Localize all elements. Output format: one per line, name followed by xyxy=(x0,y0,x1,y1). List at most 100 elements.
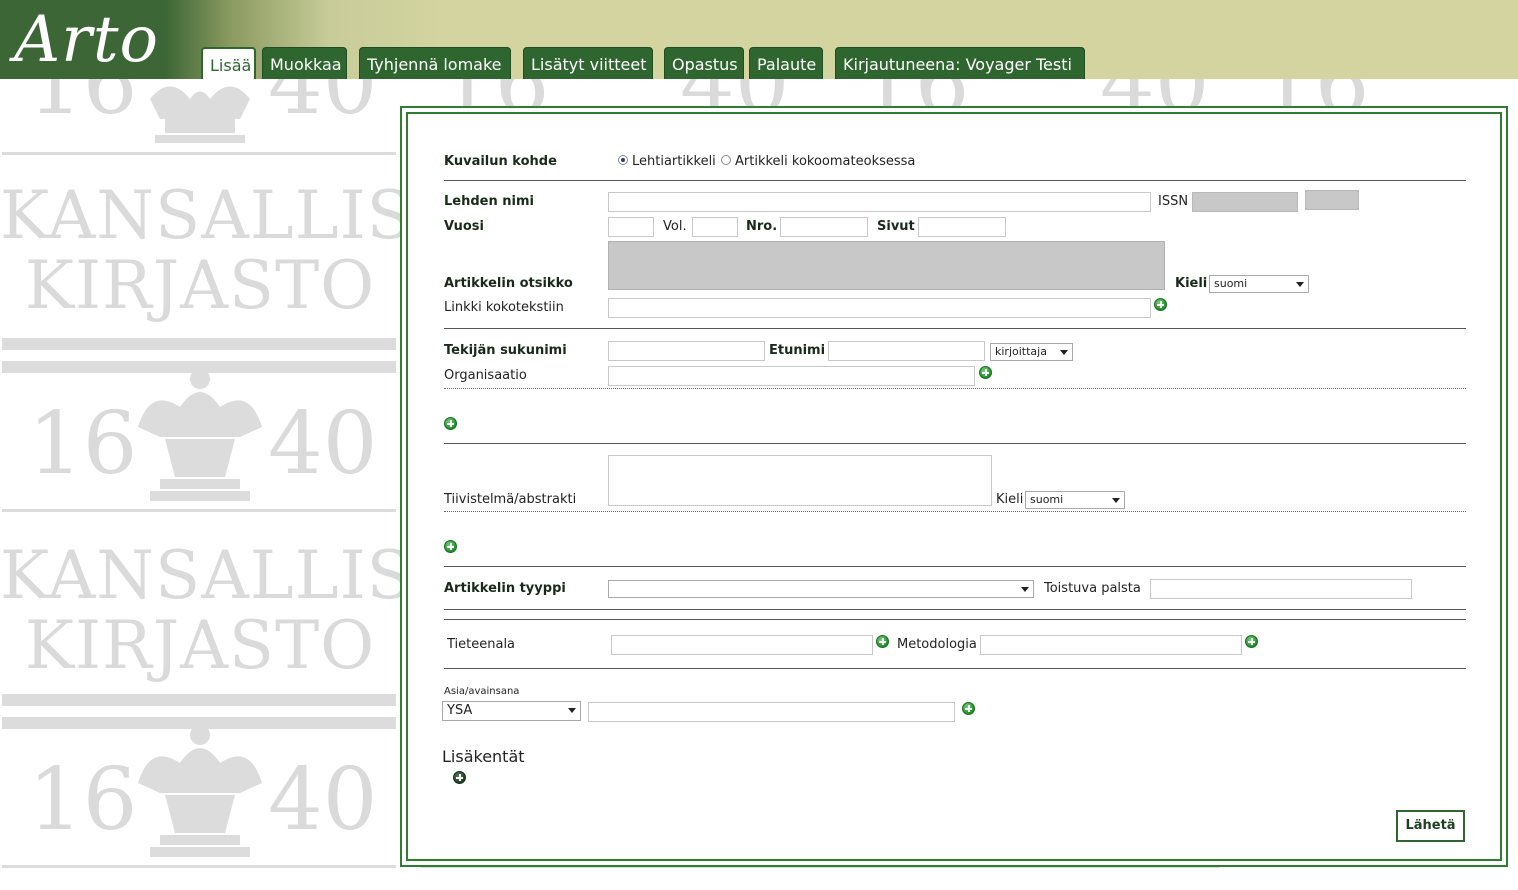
rooli-select-value: kirjoittaja xyxy=(995,345,1047,358)
rooli-select[interactable]: kirjoittaja xyxy=(990,343,1073,361)
organisaatio-label: Organisaatio xyxy=(444,368,527,383)
add-tiivistelma-plus-icon[interactable] xyxy=(444,540,457,553)
sivut-input[interactable] xyxy=(918,217,1006,237)
add-tieteenala-plus-icon[interactable] xyxy=(876,635,889,648)
tab-lisatyt-viitteet[interactable]: Lisätyt viitteet xyxy=(523,47,653,79)
add-metodologia-plus-icon[interactable] xyxy=(1245,635,1258,648)
asia-avainsana-input[interactable] xyxy=(588,702,955,722)
lehden-nimi-label: Lehden nimi xyxy=(444,194,534,209)
lehden-nimi-input[interactable] xyxy=(608,192,1151,212)
linkki-input[interactable] xyxy=(608,298,1151,318)
vuosi-label: Vuosi xyxy=(444,219,484,234)
section-divider xyxy=(444,328,1466,329)
nro-label: Nro. xyxy=(746,219,778,234)
tiivistelma-kieli-select-value: suomi xyxy=(1030,493,1064,506)
tieteenala-label: Tieteenala xyxy=(447,637,516,652)
kieli-select[interactable]: suomi xyxy=(1209,275,1309,293)
watermark-rule xyxy=(2,338,396,350)
radio-lehtiartikkeli-label[interactable]: Lehtiartikkeli xyxy=(632,154,716,170)
radio-artikkeli-kokoomateoksessa[interactable] xyxy=(721,155,731,165)
etunimi-label: Etunimi xyxy=(769,343,826,358)
subsection-divider xyxy=(444,388,1466,389)
add-linkki-plus-icon[interactable] xyxy=(1154,298,1167,311)
watermark-year-left: 16 xyxy=(860,79,969,109)
capital-ornament-icon xyxy=(138,369,262,501)
linkki-label: Linkki kokotekstiin xyxy=(444,300,564,315)
watermark-column: 16 xyxy=(1240,79,1518,109)
watermark-word-2: KIRJASTO xyxy=(24,247,376,324)
tiivistelma-textarea[interactable] xyxy=(608,455,992,506)
dropdown-arrow-icon xyxy=(1112,498,1120,503)
tab-opastus[interactable]: Opastus xyxy=(664,47,744,79)
metodologia-input[interactable] xyxy=(980,635,1242,655)
etunimi-input[interactable] xyxy=(828,341,985,361)
asia-sanasto-select[interactable]: YSA xyxy=(442,701,581,721)
watermark-rule xyxy=(2,865,396,868)
section-divider xyxy=(444,668,1466,669)
header-bar: Arto Lisää Muokkaa Tyhjennä lomake Lisät… xyxy=(0,0,1518,79)
watermark-column: 16 40 xyxy=(420,79,820,109)
watermark-year-right: 40 xyxy=(680,79,789,109)
asia-sanasto-select-value: YSA xyxy=(447,703,473,718)
watermark-year-right: 40 xyxy=(268,750,378,850)
dropdown-arrow-icon xyxy=(1296,282,1304,287)
watermark-year-right: 40 xyxy=(268,79,378,134)
tekijan-sukunimi-input[interactable] xyxy=(608,341,765,361)
kieli-select-value: suomi xyxy=(1214,277,1248,290)
nro-input[interactable] xyxy=(780,217,868,237)
watermark-year-right: 40 xyxy=(1100,79,1209,109)
watermark-column: 16 40 xyxy=(840,79,1240,109)
watermark-year-left: 16 xyxy=(28,79,138,134)
watermark-rule xyxy=(2,152,396,155)
tab-muokkaa[interactable]: Muokkaa xyxy=(262,47,347,79)
capital-ornament-icon xyxy=(150,86,250,143)
tab-kirjautuneena[interactable]: Kirjautuneena: Voyager Testi xyxy=(835,47,1085,79)
radio-lehtiartikkeli[interactable] xyxy=(618,155,628,165)
artikkelin-otsikko-textarea[interactable] xyxy=(608,241,1165,290)
tab-tyhjenna-lomake[interactable]: Tyhjennä lomake xyxy=(359,47,511,79)
kuvailun-kohde-label: Kuvailun kohde xyxy=(444,154,557,169)
tab-lisaa[interactable]: Lisää xyxy=(201,47,256,79)
tiivistelma-kieli-label: Kieli xyxy=(996,492,1024,507)
watermark-year-left: 16 xyxy=(28,750,138,850)
add-organisaatio-plus-icon[interactable] xyxy=(979,366,992,379)
metodologia-label: Metodologia xyxy=(897,637,977,652)
artikkelin-tyyppi-label: Artikkelin tyyppi xyxy=(444,581,566,596)
organisaatio-input[interactable] xyxy=(608,366,975,386)
submit-button[interactable]: Lähetä xyxy=(1396,810,1465,842)
vol-input[interactable] xyxy=(692,217,738,237)
issn-label: ISSN xyxy=(1158,194,1189,209)
tab-palaute[interactable]: Palaute xyxy=(749,47,823,79)
issn-search-button[interactable] xyxy=(1305,190,1359,210)
add-tekija-plus-icon[interactable] xyxy=(444,417,457,430)
artikkelin-tyyppi-select[interactable] xyxy=(608,580,1034,598)
toistuva-palsta-input[interactable] xyxy=(1150,579,1412,599)
app-logo[interactable]: Arto xyxy=(14,0,159,80)
tiivistelma-kieli-select[interactable]: suomi xyxy=(1025,491,1125,509)
radio-artikkeli-kokoomateoksessa-label[interactable]: Artikkeli kokoomateoksessa xyxy=(735,154,915,170)
watermark-word-2: KIRJASTO xyxy=(24,607,376,684)
tieteenala-input[interactable] xyxy=(611,635,873,655)
dropdown-arrow-icon xyxy=(568,708,576,713)
watermark-year-left: 16 xyxy=(28,394,138,494)
kieli-label: Kieli xyxy=(1175,276,1208,291)
issn-input[interactable] xyxy=(1192,192,1298,212)
watermark-year-left: 16 xyxy=(440,79,549,109)
form-panel: Kuvailun kohde Lehtiartikkeli Artikkeli … xyxy=(400,106,1508,867)
section-divider xyxy=(444,443,1466,444)
watermark-year-right: 40 xyxy=(268,394,378,494)
watermark-rule xyxy=(2,694,396,706)
tekijan-sukunimi-label: Tekijän sukunimi xyxy=(444,343,567,358)
watermark-word-1: KANSALLIS xyxy=(0,177,413,254)
capital-ornament-icon xyxy=(138,725,262,857)
sivut-label: Sivut xyxy=(877,219,915,234)
add-lisakentta-plus-icon[interactable] xyxy=(453,771,466,784)
section-divider xyxy=(444,609,1466,610)
watermark-column: 16 40 KANSALLIS KIRJASTO 16 40 KANSALLIS… xyxy=(0,79,413,890)
vuosi-input[interactable] xyxy=(608,217,654,237)
subsection-divider xyxy=(444,511,1466,512)
watermark-year-left: 16 xyxy=(1260,79,1369,109)
watermark-word-1: KANSALLIS xyxy=(0,537,413,614)
toistuva-palsta-label: Toistuva palsta xyxy=(1044,581,1141,596)
add-asia-plus-icon[interactable] xyxy=(962,702,975,715)
